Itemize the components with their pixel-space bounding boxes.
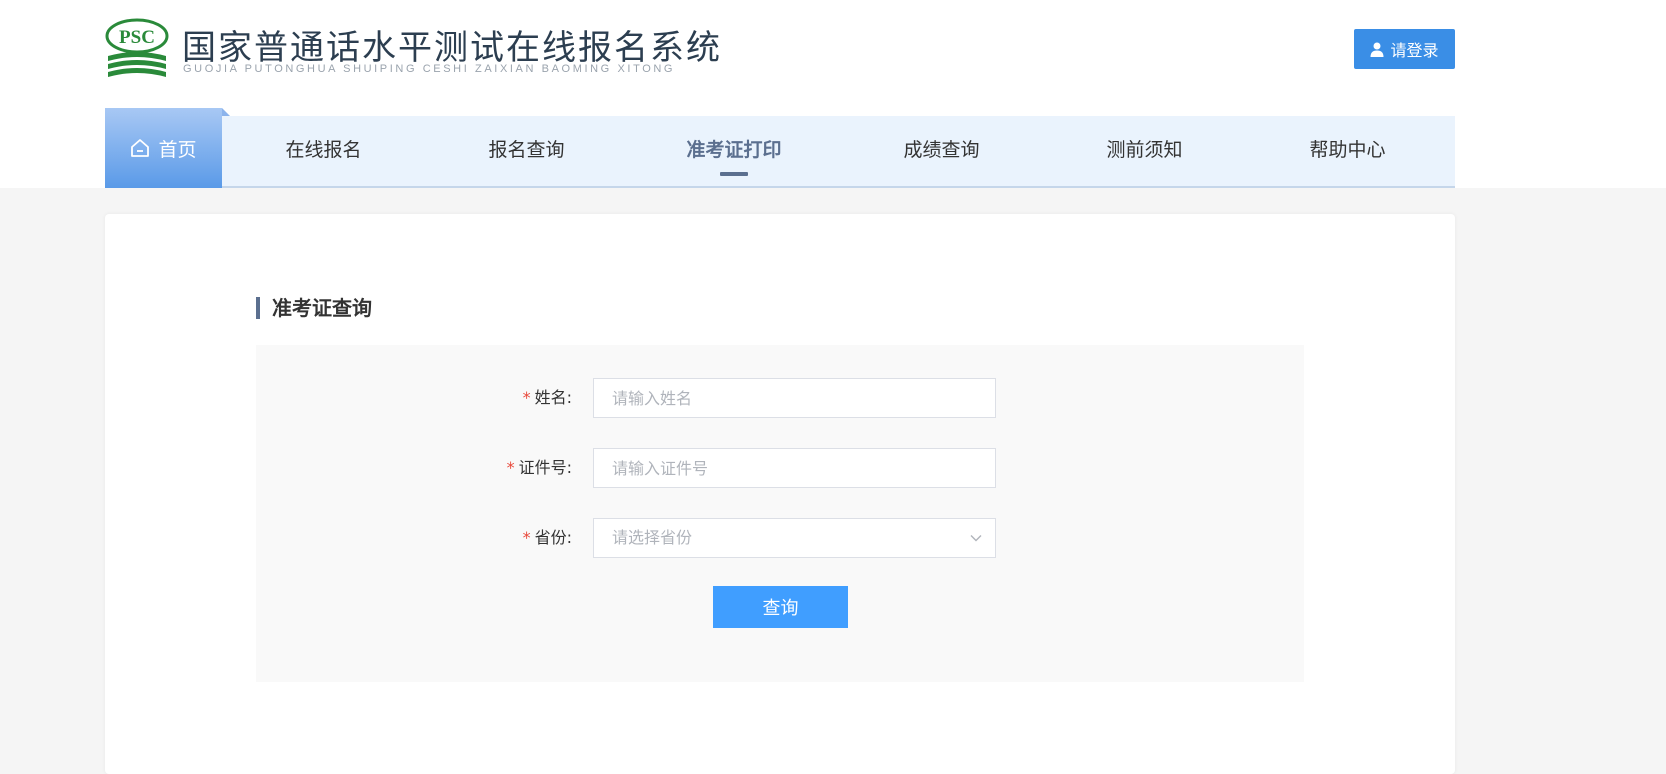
province-placeholder: 请选择省份 bbox=[612, 528, 693, 547]
login-button[interactable]: 请登录 bbox=[1354, 29, 1455, 69]
main-nav: 在线报名 报名查询 准考证打印 成绩查询 测前须知 帮助中心 bbox=[105, 116, 1455, 188]
province-label-text: 省份: bbox=[534, 528, 572, 547]
section-title: 准考证查询 bbox=[256, 297, 372, 319]
required-mark: * bbox=[506, 458, 515, 477]
nav-item-label: 测前须知 bbox=[1106, 139, 1183, 161]
nav-item-online-registration[interactable]: 在线报名 bbox=[222, 116, 425, 186]
active-underline bbox=[720, 172, 748, 176]
name-label: * 姓名: bbox=[372, 378, 572, 418]
province-label: * 省份: bbox=[372, 518, 572, 558]
psc-logo: PSC bbox=[105, 18, 169, 77]
nav-item-home[interactable]: 首页 bbox=[105, 108, 230, 188]
nav-item-admission-ticket[interactable]: 准考证打印 bbox=[628, 116, 840, 186]
name-label-text: 姓名: bbox=[534, 388, 572, 407]
site-subtitle: GUOJIA PUTONGHUA SHUIPING CESHI ZAIXIAN … bbox=[183, 63, 676, 75]
nav-item-help-center[interactable]: 帮助中心 bbox=[1246, 116, 1449, 186]
login-label: 请登录 bbox=[1390, 41, 1439, 60]
site-title: 国家普通话水平测试在线报名系统 bbox=[182, 28, 722, 68]
home-icon bbox=[131, 139, 150, 157]
query-button[interactable]: 查询 bbox=[713, 586, 848, 628]
chevron-down-icon bbox=[970, 535, 982, 542]
nav-item-pre-test-notice[interactable]: 测前须知 bbox=[1043, 116, 1246, 186]
nav-item-registration-query[interactable]: 报名查询 bbox=[425, 116, 628, 186]
nav-item-label: 在线报名 bbox=[285, 139, 362, 161]
logo-text: PSC bbox=[119, 27, 155, 48]
nav-item-label: 准考证打印 bbox=[686, 139, 782, 161]
nav-item-label: 成绩查询 bbox=[903, 139, 980, 161]
id-number-label: * 证件号: bbox=[372, 448, 572, 488]
id-number-label-text: 证件号: bbox=[518, 458, 572, 477]
nav-item-score-query[interactable]: 成绩查询 bbox=[840, 116, 1043, 186]
nav-item-label: 帮助中心 bbox=[1309, 139, 1386, 161]
province-select[interactable]: 请选择省份 bbox=[593, 518, 996, 558]
name-input[interactable] bbox=[593, 378, 996, 418]
nav-item-label: 报名查询 bbox=[488, 139, 565, 161]
required-mark: * bbox=[522, 388, 531, 407]
required-mark: * bbox=[522, 528, 531, 547]
user-icon bbox=[1370, 42, 1384, 57]
id-number-input[interactable] bbox=[593, 448, 996, 488]
nav-item-label: 首页 bbox=[158, 138, 197, 161]
